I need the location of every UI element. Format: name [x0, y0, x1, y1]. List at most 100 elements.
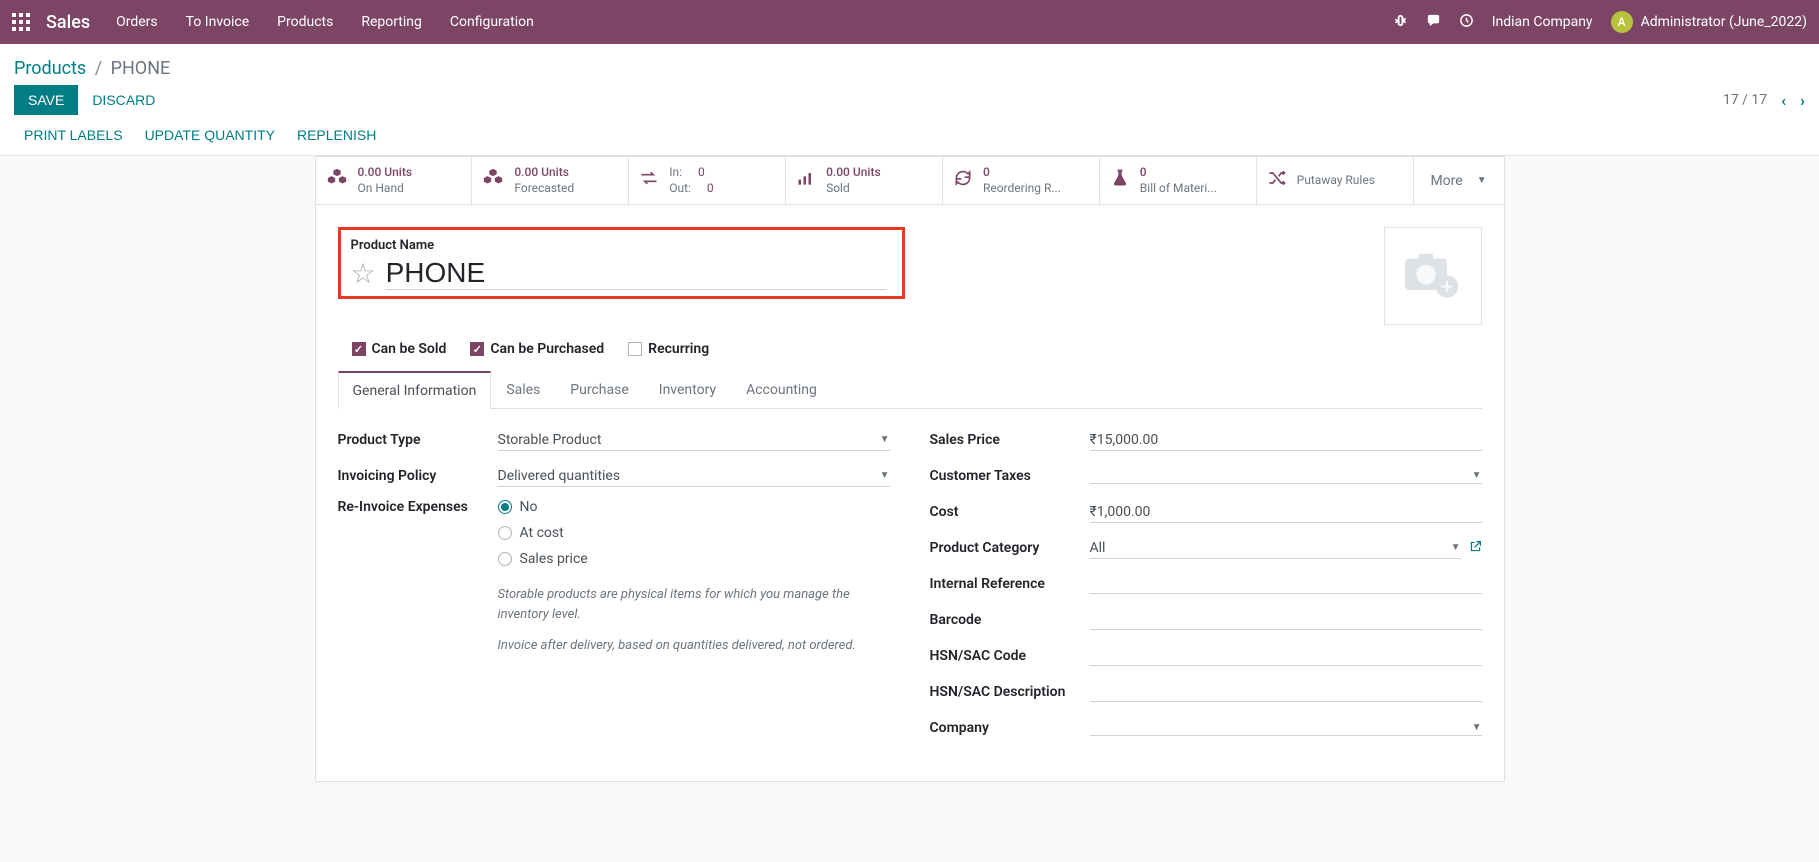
name-section: Product Name ☆ — [338, 227, 1482, 325]
help-para-1: Storable products are physical items for… — [498, 585, 858, 624]
hsn-desc-input[interactable] — [1090, 682, 1482, 702]
checkbox-icon — [628, 342, 642, 356]
chat-icon[interactable] — [1426, 13, 1441, 32]
radio-label: At cost — [520, 525, 564, 541]
check-recurring[interactable]: Recurring — [628, 341, 709, 357]
hsn-code-input[interactable] — [1090, 646, 1482, 666]
nav-link-orders[interactable]: Orders — [116, 14, 158, 30]
content-area: 0.00 Units On Hand 0.00 Units Forecasted — [0, 156, 1819, 782]
reinvoice-radio-group: No At cost Sales price — [498, 499, 890, 567]
stat-buttons: 0.00 Units On Hand 0.00 Units Forecasted — [316, 157, 1504, 205]
product-flags: ✓ Can be Sold ✓ Can be Purchased Recurri… — [352, 341, 1482, 357]
product-name-label: Product Name — [351, 238, 886, 253]
pager: 17 / 17 ‹ › — [1723, 91, 1805, 110]
stat-value: 0 — [1140, 165, 1217, 181]
right-column: Sales Price ₹15,000.00 Customer Taxes ▼ — [930, 427, 1482, 751]
save-button[interactable]: SAVE — [14, 85, 78, 115]
stat-inout[interactable]: In: 0 Out: 0 — [629, 157, 786, 204]
stat-value: 0.00 Units — [826, 165, 881, 181]
company-select[interactable]: ▼ — [1090, 720, 1482, 736]
select-value: All — [1090, 540, 1106, 556]
stat-putaway[interactable]: Putaway Rules — [1257, 157, 1414, 204]
reinvoice-label: Re-Invoice Expenses — [338, 499, 498, 515]
cubes-icon — [482, 167, 504, 194]
check-label: Can be Sold — [372, 341, 447, 357]
tab-accounting[interactable]: Accounting — [731, 371, 832, 408]
stat-label: Reordering R... — [983, 181, 1061, 197]
product-name-input[interactable] — [386, 257, 886, 290]
flask-icon — [1110, 168, 1130, 193]
replenish-button[interactable]: REPLENISH — [297, 127, 376, 143]
sales-price-label: Sales Price — [930, 432, 1090, 448]
caret-down-icon: ▼ — [1472, 470, 1482, 481]
caret-down-icon: ▼ — [1477, 175, 1487, 186]
sub-header: Products / PHONE SAVE DISCARD 17 / 17 ‹ … — [0, 44, 1819, 156]
invoicing-policy-select[interactable]: Delivered quantities ▼ — [498, 466, 890, 487]
radio-icon — [498, 500, 512, 514]
check-label: Can be Purchased — [490, 341, 604, 357]
refresh-icon — [953, 168, 973, 193]
stat-sold[interactable]: 0.00 Units Sold — [786, 157, 943, 204]
tabs: General Information Sales Purchase Inven… — [338, 371, 1482, 409]
hsn-code-label: HSN/SAC Code — [930, 648, 1090, 664]
sales-price-input[interactable]: ₹15,000.00 — [1090, 430, 1482, 451]
tab-sales[interactable]: Sales — [491, 371, 555, 408]
internal-ref-label: Internal Reference — [930, 576, 1090, 592]
stat-more[interactable]: More ▼ — [1414, 157, 1504, 204]
caret-down-icon: ▼ — [1472, 722, 1482, 733]
radio-at-cost[interactable]: At cost — [498, 525, 890, 541]
apps-grid-icon[interactable] — [12, 13, 30, 31]
user-menu[interactable]: A Administrator (June_2022) — [1611, 11, 1807, 33]
radio-sales-price[interactable]: Sales price — [498, 551, 890, 567]
out-value: 0 — [707, 181, 714, 197]
external-link-icon[interactable] — [1469, 540, 1482, 557]
shuffle-icon — [1267, 168, 1287, 193]
pager-text: 17 / 17 — [1723, 92, 1767, 108]
company-name[interactable]: Indian Company — [1492, 14, 1593, 30]
stat-forecast[interactable]: 0.00 Units Forecasted — [472, 157, 629, 204]
image-placeholder[interactable] — [1384, 227, 1482, 325]
caret-down-icon: ▼ — [880, 470, 890, 481]
discard-button[interactable]: DISCARD — [78, 85, 169, 115]
tab-general-info[interactable]: General Information — [338, 371, 492, 409]
print-labels-button[interactable]: PRINT LABELS — [24, 127, 123, 143]
check-can-purchased[interactable]: ✓ Can be Purchased — [470, 341, 604, 357]
favorite-star-icon[interactable]: ☆ — [351, 260, 376, 288]
nav-link-products[interactable]: Products — [277, 14, 333, 30]
stat-label: Putaway Rules — [1297, 173, 1375, 189]
stat-value: 0.00 Units — [514, 165, 574, 181]
in-label: In: — [669, 165, 682, 181]
nav-link-configuration[interactable]: Configuration — [450, 14, 534, 30]
product-type-select[interactable]: Storable Product ▼ — [498, 430, 890, 451]
customer-taxes-select[interactable]: ▼ — [1090, 468, 1482, 484]
category-select[interactable]: All ▼ — [1090, 538, 1461, 559]
tab-inventory[interactable]: Inventory — [644, 371, 731, 408]
check-can-sold[interactable]: ✓ Can be Sold — [352, 341, 447, 357]
pager-next-icon[interactable]: › — [1800, 91, 1805, 110]
checkbox-icon: ✓ — [470, 342, 484, 356]
breadcrumb-current: PHONE — [111, 58, 171, 79]
select-value: Storable Product — [498, 432, 602, 448]
breadcrumb-root[interactable]: Products — [14, 58, 86, 79]
barcode-input[interactable] — [1090, 610, 1482, 630]
internal-ref-input[interactable] — [1090, 574, 1482, 594]
clock-icon[interactable] — [1459, 13, 1474, 32]
tab-purchase[interactable]: Purchase — [555, 371, 643, 408]
update-quantity-button[interactable]: UPDATE QUANTITY — [145, 127, 275, 143]
stat-reordering[interactable]: 0 Reordering R... — [943, 157, 1100, 204]
stat-onhand[interactable]: 0.00 Units On Hand — [316, 157, 473, 204]
stat-bom[interactable]: 0 Bill of Materi... — [1100, 157, 1257, 204]
cost-input[interactable]: ₹1,000.00 — [1090, 502, 1482, 523]
stat-label: Forecasted — [514, 181, 574, 197]
radio-icon — [498, 526, 512, 540]
radio-no[interactable]: No — [498, 499, 890, 515]
pager-prev-icon[interactable]: ‹ — [1781, 91, 1786, 110]
nav-link-reporting[interactable]: Reporting — [361, 14, 422, 30]
bug-icon[interactable] — [1393, 13, 1408, 32]
nav-link-toinvoice[interactable]: To Invoice — [186, 14, 250, 30]
hsn-desc-label: HSN/SAC Description — [930, 684, 1090, 700]
category-label: Product Category — [930, 540, 1090, 556]
invoicing-policy-label: Invoicing Policy — [338, 468, 498, 484]
name-highlight-box: Product Name ☆ — [338, 227, 905, 299]
action-row: SAVE DISCARD 17 / 17 ‹ › — [14, 85, 1805, 115]
